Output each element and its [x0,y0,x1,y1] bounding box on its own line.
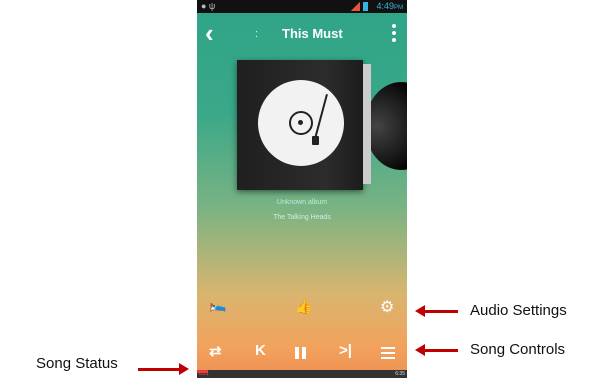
title-separator: : [255,28,259,40]
record-icon [258,80,344,166]
next-icon[interactable]: >| [339,342,352,359]
album-name: Unknown album [276,199,328,206]
battery-icon [363,2,368,11]
control-bar: ⇄ K >| [197,338,407,368]
sleep-timer-icon[interactable]: 🛌 [209,296,226,313]
phone-screen: ● ψ 4:49PM ‹ : This Must Unknown album T… [197,0,407,378]
tonearm [314,94,328,139]
cover-edge [363,64,371,184]
pause-icon[interactable] [295,346,309,364]
status-bar: ● ψ 4:49PM [197,0,407,13]
top-bar: ‹ : This Must [197,16,407,52]
chevron-left-icon[interactable]: ‹ [205,20,225,46]
signal-icon [350,2,360,11]
song-controls-arrow [424,349,458,352]
song-status-arrow [138,368,180,371]
list-icon[interactable] [381,347,395,362]
repeat-icon[interactable]: ⇄ [209,342,222,360]
utility-row: 🛌 👍 ⚙ [197,296,407,318]
song-status-label: Song Status [36,355,118,372]
previous-icon[interactable]: K [255,342,266,359]
elapsed-time: 0:21 [199,371,209,377]
song-controls-label: Song Controls [470,341,566,358]
audio-settings-label: Audio Settings [470,302,567,319]
total-time: 6:35 [395,371,405,377]
tonearm-head [312,136,319,145]
status-time: 4:49PM [376,1,403,11]
progress-bar[interactable]: 0:21 6:35 [197,370,407,378]
song-title: This Must [282,26,343,41]
song-status-arrow-head [179,363,189,375]
thumbs-up-icon[interactable]: 👍 [295,298,312,315]
gear-icon[interactable]: ⚙ [380,297,394,317]
vinyl-record [365,82,407,170]
status-left-icons: ● ψ [201,1,216,11]
artist-name: The Talking Heads [273,214,331,221]
more-vertical-icon[interactable] [391,24,397,45]
audio-settings-arrow [424,310,458,313]
album-cover [237,60,371,190]
